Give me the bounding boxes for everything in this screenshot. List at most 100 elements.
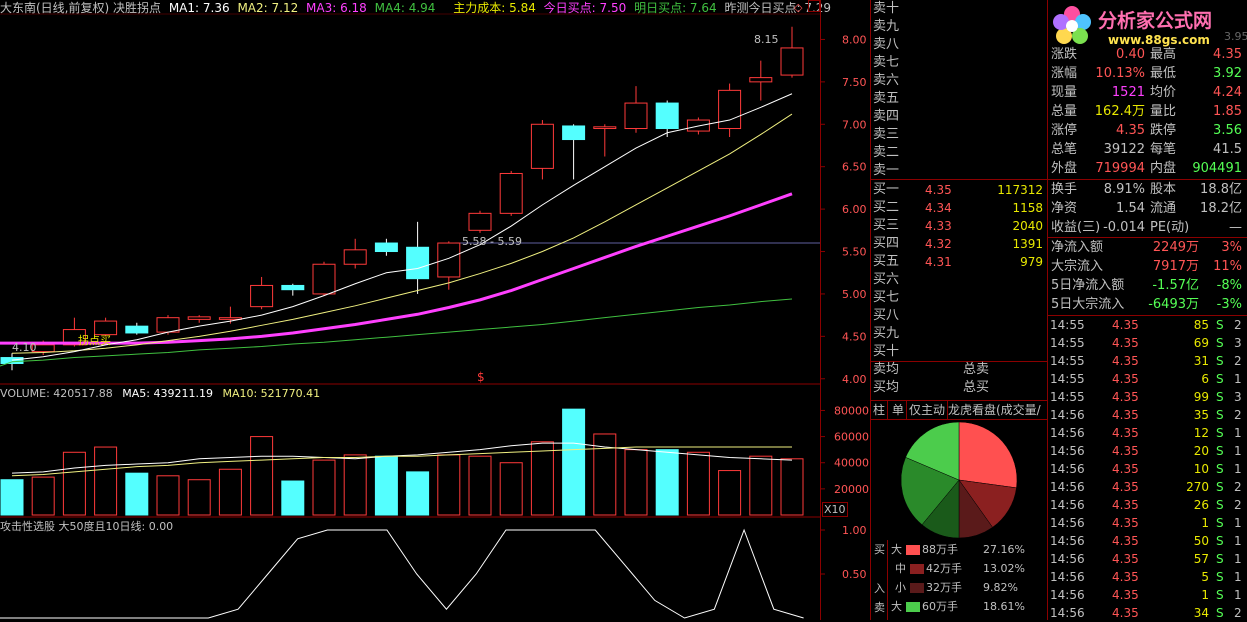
buy-level-row[interactable]: 买一 4.35 117312 [871,181,1047,199]
sell-level-row[interactable]: 卖一 [871,162,1047,180]
volume-bar [406,471,430,516]
volume-bar [562,408,586,516]
buy-level-row[interactable]: 买五 4.31 979 [871,253,1047,271]
flow-pie-chart [900,421,1018,539]
trade-price: 4.35 [1112,408,1139,422]
buy-level-price: 4.31 [925,255,952,269]
candle-body [156,317,180,333]
window-box-icon[interactable] [808,0,820,12]
buy-level-row[interactable]: 买四 4.32 1391 [871,235,1047,253]
sell-level-row[interactable]: 卖四 [871,108,1047,126]
trade-volume: 50 [1193,534,1209,548]
buy-level-label: 买二 [873,200,900,215]
sell-level-label: 卖七 [873,55,900,70]
trade-count: 1 [1234,372,1242,386]
sell-level-row[interactable]: 卖九 [871,18,1047,36]
flow-percent: 3% [1221,240,1242,255]
sell-level-row[interactable]: 卖三 [871,126,1047,144]
stat-key: 内盘 [1150,161,1177,176]
buy-level-label: 买五 [873,254,900,269]
candle-body [468,212,492,231]
flow-row: 净流入额 2249万 3% [1048,238,1245,257]
logo-text: 分析家公式网 [1098,10,1213,32]
tab-dragon-tiger[interactable]: 龙虎看盘(成交量/按 [946,401,1050,419]
flow-value: 2249万 [1152,240,1199,255]
trade-price: 4.35 [1112,336,1139,350]
tab-bar-chart[interactable]: 柱 [871,401,889,419]
trade-side: S [1216,408,1224,422]
trade-price: 4.35 [1112,570,1139,584]
buy-level-row[interactable]: 买八 [871,307,1047,325]
trade-price: 4.35 [1112,516,1139,530]
stat-value: 8.91% [1103,182,1145,197]
volume-bar [94,446,118,516]
trade-price: 4.35 [1112,462,1139,476]
candle-body [343,249,367,265]
trade-tick-row: 14:56 4.35 26 S 2 [1048,496,1245,514]
candle-body [437,242,461,278]
trade-tick-row: 14:56 4.35 10 S 1 [1048,460,1245,478]
chart-header: 大东南(日线,前复权) 决胜拐点 MA1: 7.36 MA2: 7.12 MA3… [0,1,831,15]
trade-price: 4.35 [1112,552,1139,566]
tab-active-only[interactable]: 仅主动 [907,401,949,419]
diamond-icon[interactable]: ◇ [794,1,802,14]
sell-level-row[interactable]: 卖六 [871,72,1047,90]
legend-size-label: 小 [895,581,906,594]
volume-tick-label: 20000 [834,483,869,496]
legend-amount: 60万手 [922,600,958,613]
sell-level-row[interactable]: 卖五 [871,90,1047,108]
trade-count: 1 [1234,570,1242,584]
buy-level-row[interactable]: 买九 [871,325,1047,343]
trade-side: S [1216,552,1224,566]
volume-bar [62,451,86,516]
trade-count: 1 [1234,588,1242,602]
volume-bar [250,436,274,516]
mid-annotation: 5.58 - 5.59 [462,235,522,248]
trade-time: 14:56 [1050,588,1085,602]
buy-level-price: 4.33 [925,219,952,233]
trade-time: 14:56 [1050,534,1085,548]
trade-time: 14:55 [1050,318,1085,332]
sell-level-row[interactable]: 卖十 [871,0,1047,18]
candle-body [406,246,430,280]
trade-volume: 10 [1193,462,1209,476]
trade-time: 14:55 [1050,390,1085,404]
osc-tick-label: 0.50 [842,568,867,581]
stat-value: -0.014 [1103,220,1145,235]
sell-level-row[interactable]: 卖二 [871,144,1047,162]
buy-level-row[interactable]: 买二 4.34 1158 [871,199,1047,217]
trade-volume: 57 [1193,552,1209,566]
candle-body [499,172,523,214]
trade-tick-row: 14:56 4.35 12 S 1 [1048,424,1245,442]
volume-bar [312,459,336,516]
trade-side: S [1216,516,1224,530]
legend-row: 小 32万手 9.82% [891,581,1045,594]
trade-side: S [1216,462,1224,476]
dollar-marker: $ [477,370,485,384]
sell-level-label: 卖五 [873,91,900,106]
buy-level-row[interactable]: 买七 [871,289,1047,307]
x10-scale-button[interactable]: X10 [822,502,848,517]
tab-single[interactable]: 单 [890,401,908,419]
volume-bar [125,472,149,516]
sell-level-row[interactable]: 卖八 [871,36,1047,54]
trade-volume: 5 [1201,570,1209,584]
trade-time: 14:56 [1050,552,1085,566]
legend-amount: 88万手 [922,543,958,556]
stat-key: 均价 [1150,85,1177,100]
volume-bar [530,441,554,516]
buy-level-label: 买一 [873,182,900,197]
buy-level-row[interactable]: 买六 [871,271,1047,289]
trade-count: 3 [1234,336,1242,350]
legend-swatch [906,602,920,612]
buy-level-row[interactable]: 买十 [871,343,1047,361]
legend-percent: 13.02% [983,562,1025,575]
trade-time: 14:55 [1050,354,1085,368]
buy-level-row[interactable]: 买三 4.33 2040 [871,217,1047,235]
stat-value: 4.35 [1213,47,1242,62]
sell-level-row[interactable]: 卖七 [871,54,1047,72]
buy-level-label: 买六 [873,272,900,287]
trade-count: 2 [1234,480,1242,494]
trade-tick-row: 14:56 4.35 270 S 2 [1048,478,1245,496]
flow-percent: 11% [1213,259,1242,274]
